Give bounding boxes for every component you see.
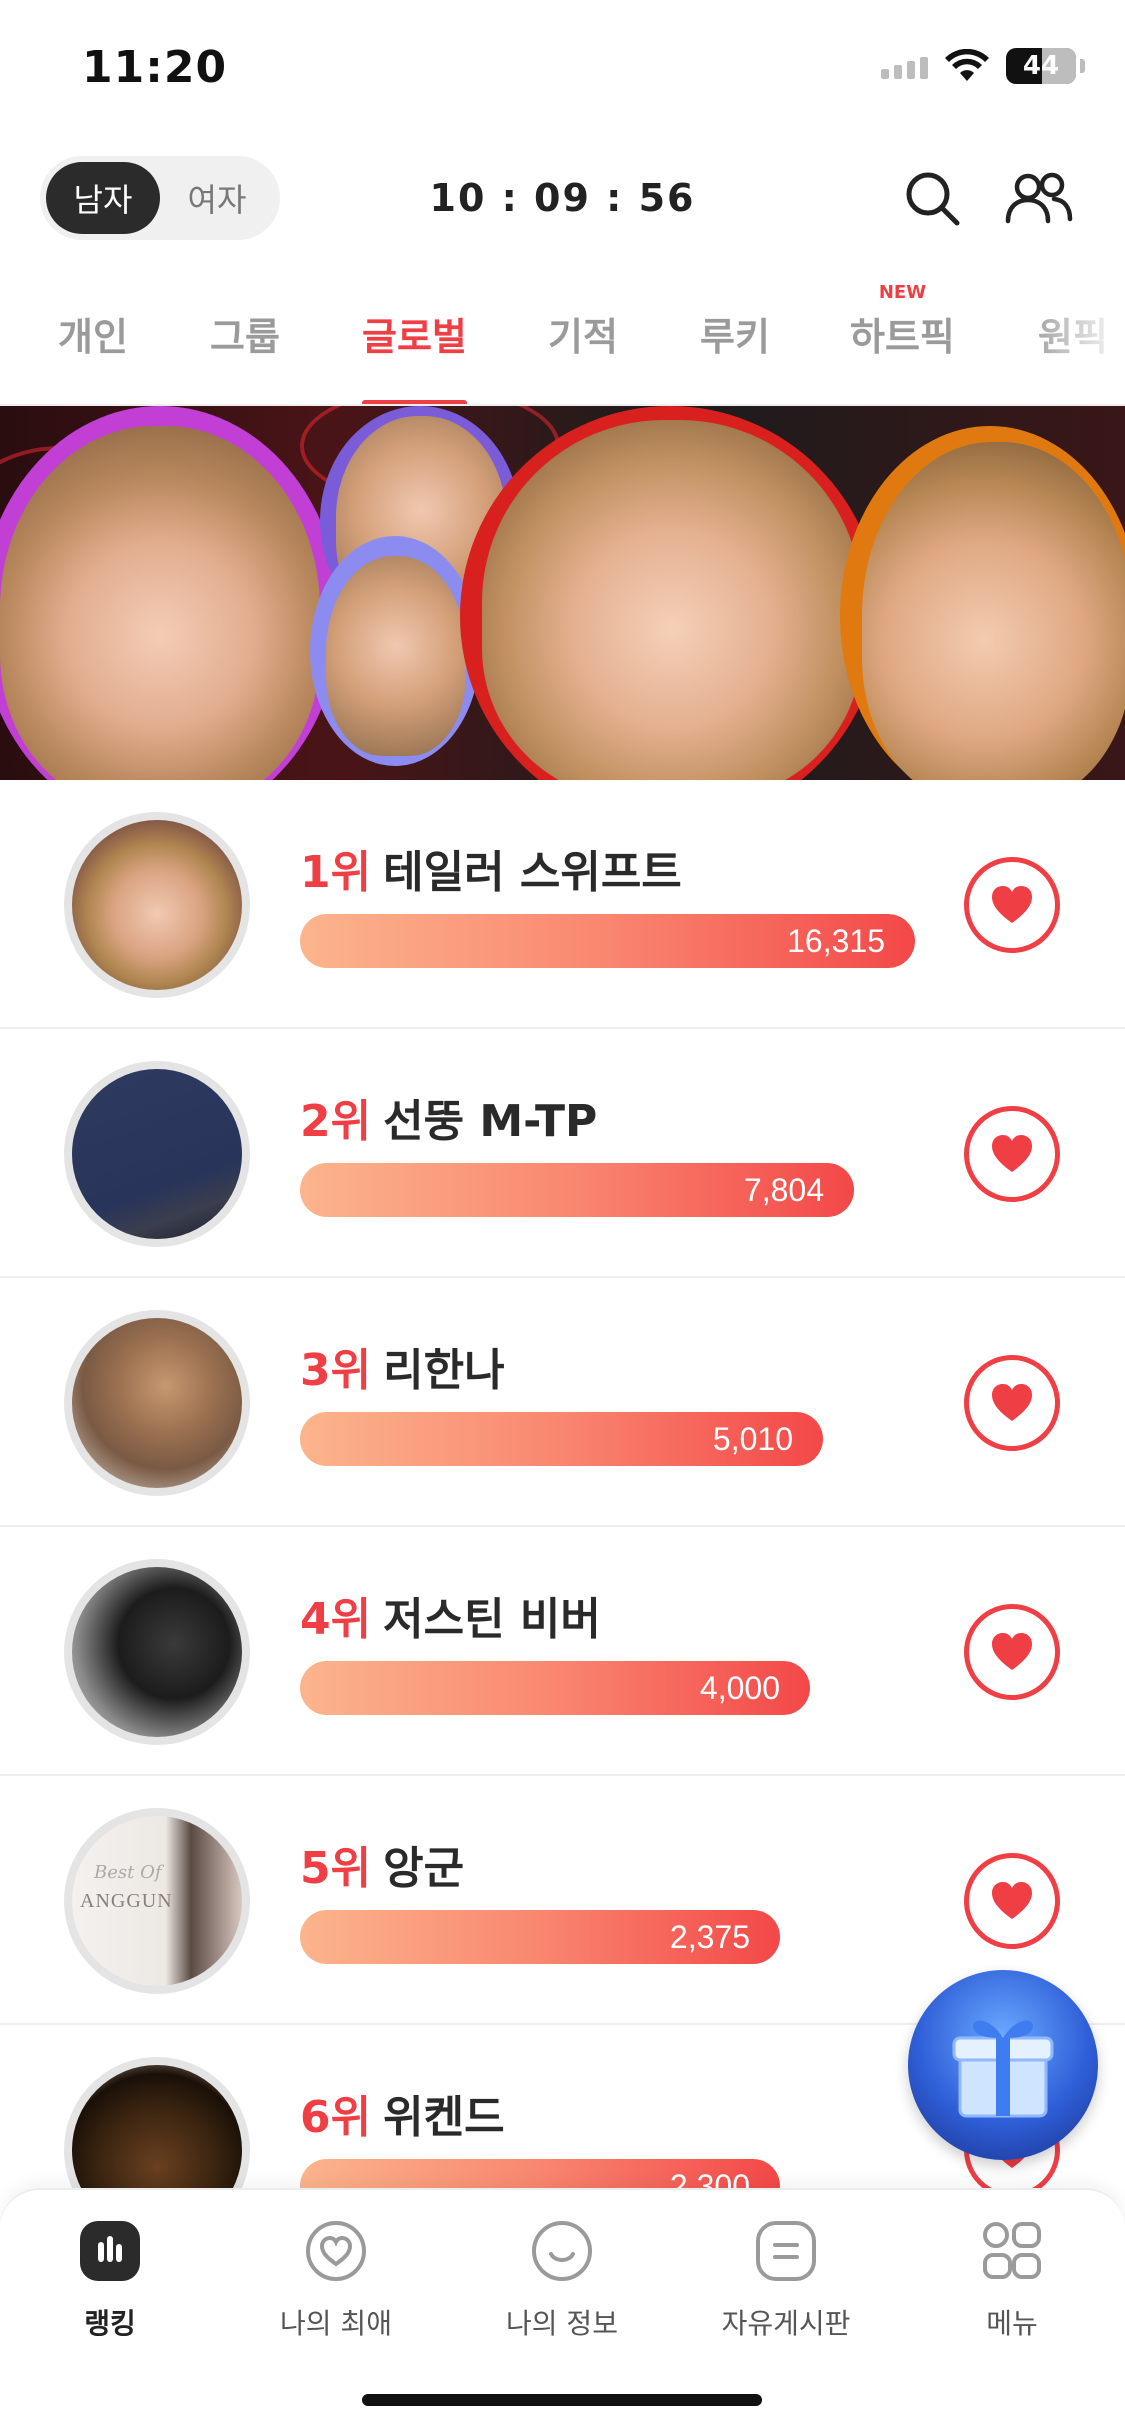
heart-outline-icon xyxy=(301,2216,371,2286)
vote-count: 4,000 xyxy=(699,1670,780,1706)
nav-free-board[interactable]: 자유게시판 xyxy=(696,2216,876,2342)
vote-count: 5,010 xyxy=(712,1421,793,1457)
vote-heart-button[interactable] xyxy=(964,1604,1060,1700)
tab-global[interactable]: 글로벌 xyxy=(362,306,467,404)
gift-button[interactable] xyxy=(908,1970,1098,2160)
gift-box-icon xyxy=(952,2020,1054,2118)
tab-rookie[interactable]: 루키 xyxy=(700,306,770,404)
heart-icon xyxy=(992,1882,1032,1919)
friends-icon[interactable] xyxy=(1004,164,1074,234)
cellular-signal-icon xyxy=(881,53,928,79)
nav-label: 나의 최애 xyxy=(280,2307,392,2340)
artist-name: 위켄드 xyxy=(383,2092,505,2143)
nav-my-favorite[interactable]: 나의 최애 xyxy=(246,2216,426,2342)
avatar-anggun: Best Of ANGGUN xyxy=(64,1808,250,1994)
heart-icon xyxy=(992,886,1032,923)
album-artist: ANGGUN xyxy=(80,1890,173,1912)
ranking-row-2[interactable]: 2위 선뚱 M-TP 7,804 xyxy=(0,1029,1125,1278)
rank-title: 3위 리한나 xyxy=(300,1334,505,1398)
smile-icon xyxy=(527,2216,597,2286)
vote-count: 2,375 xyxy=(669,1919,750,1955)
rank-number: 6위 xyxy=(300,2092,372,2143)
heart-icon xyxy=(992,1135,1032,1172)
battery-icon: 44 xyxy=(1006,48,1076,84)
nav-my-info[interactable]: 나의 정보 xyxy=(472,2216,652,2342)
vote-bar: 7,804 xyxy=(300,1163,854,1217)
rank-title: 4위 저스틴 비버 xyxy=(300,1583,601,1647)
rank-number: 2위 xyxy=(300,1096,372,1147)
artist-name: 앙군 xyxy=(383,1843,465,1894)
tab-miracle[interactable]: 기적 xyxy=(548,306,618,404)
board-icon xyxy=(751,2216,821,2286)
rank-title: 6위 위켄드 xyxy=(300,2081,505,2145)
ranking-row-4[interactable]: 4위 저스틴 비버 4,000 xyxy=(0,1527,1125,1776)
search-icon[interactable] xyxy=(898,164,968,234)
nav-label: 랭킹 xyxy=(84,2307,136,2340)
vote-heart-button[interactable] xyxy=(964,1106,1060,1202)
rank-number: 1위 xyxy=(300,847,372,898)
category-tabs: 개인 그룹 글로벌 기적 루키 NEW 하트픽 원픽 xyxy=(0,270,1125,406)
tab-heartpick-label: 하트픽 xyxy=(850,315,955,359)
ranking-row-1[interactable]: 1위 테일러 스위프트 16,315 xyxy=(0,780,1125,1029)
wifi-icon xyxy=(945,49,989,81)
vote-heart-button[interactable] xyxy=(964,857,1060,953)
rank-title: 1위 테일러 스위프트 xyxy=(300,836,682,900)
nav-label: 나의 정보 xyxy=(506,2307,618,2340)
status-bar: 11:20 44 xyxy=(0,0,1125,140)
chart-bars-icon xyxy=(75,2216,145,2286)
tab-individual[interactable]: 개인 xyxy=(58,306,128,404)
vote-bar: 2,375 xyxy=(300,1910,780,1964)
new-badge: NEW xyxy=(878,282,927,303)
rank-number: 4위 xyxy=(300,1594,372,1645)
heart-icon xyxy=(992,1384,1032,1421)
vote-heart-button[interactable] xyxy=(964,1355,1060,1451)
avatar-rihanna xyxy=(64,1310,250,1496)
avatar-mtp xyxy=(64,1061,250,1247)
app-header: 남자 여자 10 : 09 : 56 xyxy=(0,150,1125,250)
artist-name: 저스틴 비버 xyxy=(383,1594,601,1645)
vote-bar: 16,315 xyxy=(300,914,915,968)
menu-grid-icon xyxy=(977,2216,1047,2286)
tab-group[interactable]: 그룹 xyxy=(210,306,280,404)
tab-heartpick[interactable]: NEW 하트픽 xyxy=(850,282,955,404)
battery-level: 44 xyxy=(1022,51,1060,81)
artist-name: 리한나 xyxy=(383,1345,505,1396)
artist-name: 선뚱 M-TP xyxy=(383,1096,598,1147)
ranking-row-3[interactable]: 3위 리한나 5,010 xyxy=(0,1278,1125,1527)
vote-heart-button[interactable] xyxy=(964,1853,1060,1949)
heart-icon xyxy=(992,1633,1032,1670)
avatar-justin-bieber xyxy=(64,1559,250,1745)
promo-banner[interactable] xyxy=(0,406,1125,780)
vote-bar: 4,000 xyxy=(300,1661,810,1715)
home-indicator xyxy=(362,2394,762,2406)
rank-title: 2위 선뚱 M-TP xyxy=(300,1085,597,1149)
vote-bar: 5,010 xyxy=(300,1412,823,1466)
rank-number: 5위 xyxy=(300,1843,372,1894)
nav-label: 자유게시판 xyxy=(721,2307,851,2340)
album-caption: Best Of xyxy=(94,1862,162,1883)
vote-count: 16,315 xyxy=(787,923,885,959)
status-icons: 44 xyxy=(881,48,1085,84)
status-time: 11:20 xyxy=(82,42,228,93)
nav-menu[interactable]: 메뉴 xyxy=(922,2216,1102,2342)
avatar-taylor-swift xyxy=(64,812,250,998)
rank-number: 3위 xyxy=(300,1345,372,1396)
rank-title: 5위 앙군 xyxy=(300,1832,464,1896)
nav-label: 메뉴 xyxy=(986,2307,1038,2340)
artist-name: 테일러 스위프트 xyxy=(383,847,682,898)
nav-ranking[interactable]: 랭킹 xyxy=(20,2216,200,2342)
vote-count: 7,804 xyxy=(743,1172,824,1208)
